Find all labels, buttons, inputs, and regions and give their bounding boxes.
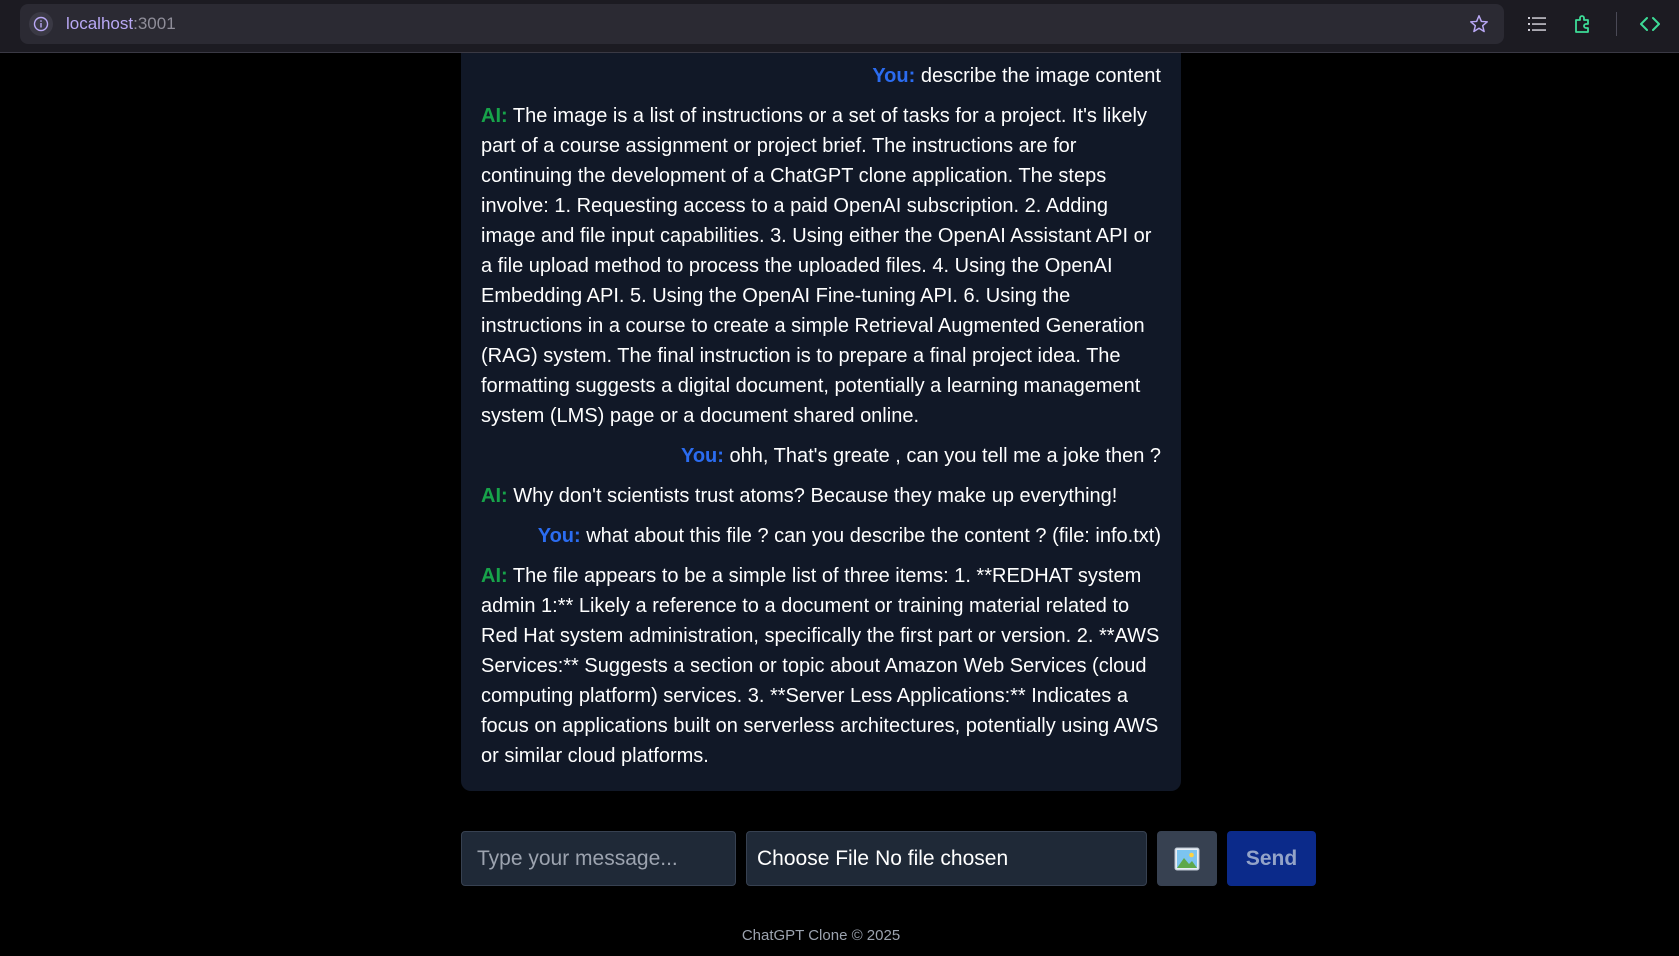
url-text[interactable]: localhost:3001 (66, 15, 176, 33)
speaker-label: You: (872, 65, 916, 87)
chat-messages[interactable]: You: describe the image content AI: The … (461, 53, 1181, 791)
speaker-label: You: (537, 525, 581, 547)
message-text: The file appears to be a simple list of … (481, 565, 1160, 767)
file-status: No file chosen (875, 846, 1009, 870)
user-message: You: describe the image content (481, 61, 1161, 91)
message-text: Why don't scientists trust atoms? Becaus… (513, 485, 1118, 507)
ai-message: AI: The file appears to be a simple list… (481, 561, 1161, 771)
code-icon[interactable] (1638, 12, 1662, 36)
message-text: ohh, That's greate , can you tell me a j… (729, 445, 1162, 467)
address-bar[interactable]: localhost:3001 (20, 4, 1504, 44)
user-message: You: ohh, That's greate , can you tell m… (481, 441, 1161, 471)
message-input[interactable] (461, 831, 736, 886)
list-icon[interactable] (1525, 12, 1549, 36)
message-text: The image is a list of instructions or a… (481, 105, 1152, 427)
image-upload-button[interactable] (1157, 831, 1217, 886)
choose-file-button[interactable]: Choose File (757, 847, 869, 871)
file-input[interactable]: Choose File No file chosen (746, 831, 1147, 886)
send-button[interactable]: Send (1227, 831, 1316, 886)
message-text: what about this file ? can you describe … (586, 525, 1161, 547)
extension-icon[interactable] (1571, 12, 1595, 36)
picture-icon (1174, 847, 1200, 870)
url-port: :3001 (133, 14, 176, 33)
footer-text: ChatGPT Clone © 2025 (741, 927, 901, 944)
star-icon[interactable] (1468, 13, 1490, 35)
speaker-label: AI: (481, 565, 508, 587)
url-host: localhost (66, 14, 134, 33)
speaker-label: AI: (481, 485, 508, 507)
info-icon[interactable] (29, 12, 53, 36)
speaker-label: You: (680, 445, 724, 467)
message-text: describe the image content (920, 65, 1161, 87)
user-message: You: what about this file ? can you desc… (481, 521, 1161, 551)
toolbar-separator (1616, 12, 1617, 36)
ai-message: AI: The image is a list of instructions … (481, 101, 1161, 431)
ai-message: AI: Why don't scientists trust atoms? Be… (481, 481, 1161, 511)
browser-toolbar: localhost:3001 (0, 0, 1679, 53)
speaker-label: AI: (481, 105, 508, 127)
